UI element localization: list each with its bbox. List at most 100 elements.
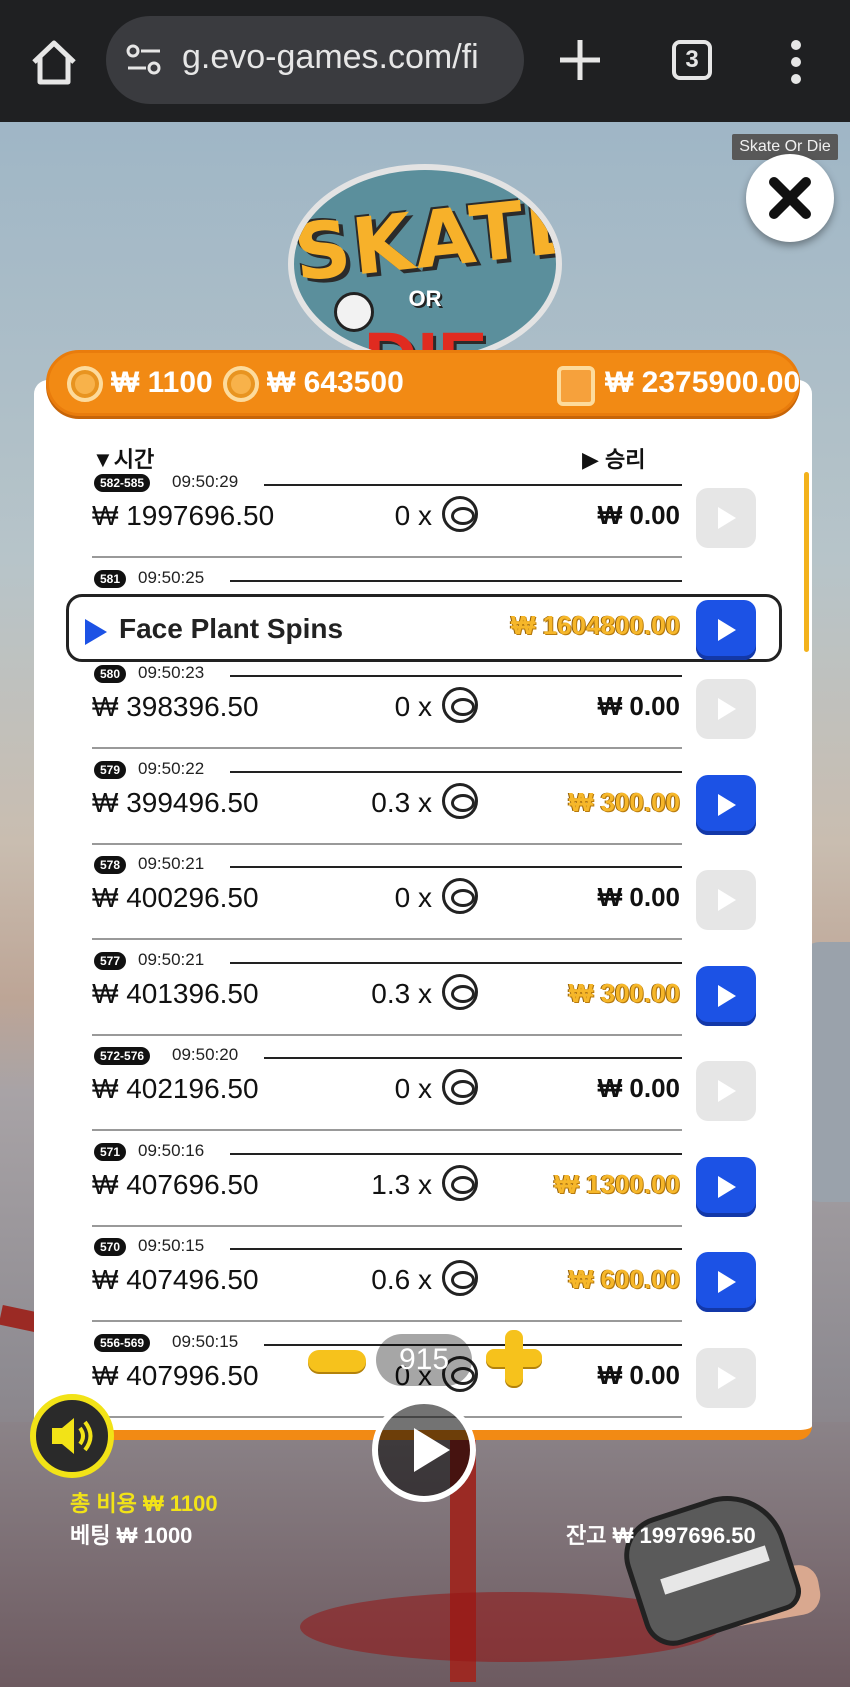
play-icon — [718, 507, 736, 529]
row-time: 09:50:29 — [172, 472, 239, 491]
tab-switcher-button[interactable]: 3 — [672, 40, 712, 80]
row-win-amount: ₩ 0.00 — [597, 691, 680, 721]
row-divider — [230, 675, 682, 677]
home-icon[interactable] — [26, 34, 82, 90]
wallet-icon — [557, 366, 595, 406]
row-win-amount: ₩ 600.00 — [568, 1264, 680, 1294]
row-divider — [92, 938, 682, 940]
row-multiplier: 0 x — [394, 882, 432, 913]
replay-button[interactable] — [696, 488, 756, 548]
round-badge: 582-585 — [94, 474, 151, 492]
row-balance: ₩ 399496.50 — [92, 786, 259, 818]
sound-button[interactable] — [30, 1394, 114, 1478]
close-button[interactable] — [746, 154, 834, 242]
feature-label: Face Plant Spins — [119, 612, 344, 644]
row-multiplier: 0.3 x — [371, 977, 432, 1009]
logo-skate: SKATE — [290, 179, 562, 300]
history-row[interactable]: 578 09:50:21 ₩ 400296.50 0 x ₩ 0.00 — [34, 854, 812, 952]
history-panel[interactable]: ▼시간 ▶ 승리 582-585 09:50:29 ₩ 1997696.50 0 x ₩… — [34, 380, 812, 1440]
row-time: 09:50:20 — [172, 1045, 239, 1064]
spin-button[interactable] — [372, 1398, 476, 1502]
column-header-time[interactable]: ▼시간 — [92, 442, 154, 474]
logo-or: OR — [408, 286, 442, 311]
play-icon — [718, 1080, 736, 1102]
history-row[interactable]: 572-576 09:50:20 ₩ 402196.50 0 x ₩ 0.00 — [34, 1045, 812, 1143]
replay-button[interactable] — [696, 599, 756, 660]
play-icon — [414, 1428, 450, 1472]
row-divider — [92, 747, 682, 749]
row-divider — [230, 770, 682, 773]
history-row[interactable]: 570 09:50:15 ₩ 407496.50 0.6 x ₩ 600.00 — [34, 1236, 812, 1334]
row-divider — [92, 1224, 682, 1227]
spin-count-value: 915 — [376, 1334, 472, 1386]
row-win-amount: ₩ 300.00 — [568, 786, 680, 817]
row-time: 09:50:25 — [138, 567, 205, 587]
history-row[interactable]: 582-585 09:50:29 ₩ 1997696.50 0 x ₩ 0.00 — [34, 472, 812, 570]
total-win-value: ₩ 643500 — [267, 366, 404, 399]
play-icon — [85, 618, 107, 645]
stats-bar: ₩ 1100 ₩ 643500 ₩ 2375900.00 — [46, 350, 800, 416]
play-icon — [718, 1271, 736, 1293]
column-header-win[interactable]: ▶ 승리 — [582, 442, 646, 474]
history-row[interactable]: 571 09:50:16 ₩ 407696.50 1.3 x ₩ 1300.00 — [34, 1140, 812, 1239]
address-bar[interactable]: g.evo-games.com/fi — [106, 16, 524, 104]
row-win-amount: ₩ 0.00 — [597, 882, 680, 912]
row-time: 09:50:15 — [172, 1331, 239, 1351]
row-win-amount: ₩ 1300.00 — [554, 1168, 680, 1199]
play-icon — [718, 889, 736, 911]
row-divider — [230, 866, 682, 868]
round-badge: 578 — [94, 856, 127, 874]
row-balance: ₩ 407996.50 — [92, 1359, 259, 1391]
play-icon — [718, 984, 736, 1007]
history-row[interactable]: 581 09:50:25 Face Plant Spins ₩ 1604800.00 — [34, 567, 812, 666]
replay-button[interactable] — [696, 774, 756, 835]
balance-label: 잔고 ₩ 1997696.50 — [566, 1523, 756, 1548]
replay-button[interactable] — [696, 1252, 756, 1312]
row-divider — [264, 1057, 682, 1059]
row-divider — [230, 579, 682, 582]
round-badge: 581 — [94, 569, 127, 588]
history-row[interactable]: 577 09:50:21 ₩ 401396.50 0.3 x ₩ 300.00 — [34, 950, 812, 1048]
row-time: 09:50:16 — [138, 1140, 205, 1160]
play-icon — [718, 618, 736, 641]
wallet-value: ₩ 2375900.00 — [605, 366, 801, 399]
browser-toolbar: g.evo-games.com/fi 3 — [0, 0, 850, 122]
increase-button[interactable] — [486, 1330, 542, 1386]
coin-icon — [67, 366, 103, 402]
row-divider — [92, 1320, 682, 1322]
row-divider — [230, 1152, 682, 1155]
speaker-icon — [52, 1418, 93, 1454]
row-divider — [230, 1248, 682, 1250]
row-divider — [92, 1033, 682, 1036]
row-divider — [230, 961, 682, 964]
bet-label: 베팅 ₩ 1000 — [70, 1523, 193, 1548]
replay-button[interactable] — [696, 1347, 756, 1408]
overflow-menu-icon[interactable] — [786, 38, 806, 86]
history-row[interactable]: 580 09:50:23 ₩ 398396.50 0 x ₩ 0.00 — [34, 663, 812, 761]
row-multiplier: 1.3 x — [371, 1168, 432, 1200]
round-badge: 570 — [94, 1238, 127, 1256]
row-time: 09:50:21 — [138, 854, 205, 873]
replay-button[interactable] — [696, 870, 756, 930]
row-balance: ₩ 401396.50 — [92, 977, 259, 1009]
row-divider — [264, 484, 682, 486]
history-row[interactable]: 579 09:50:22 ₩ 399496.50 0.3 x ₩ 300.00 — [34, 758, 812, 857]
round-badge: 579 — [94, 760, 127, 779]
new-tab-icon[interactable] — [556, 36, 604, 84]
row-balance: ₩ 398396.50 — [92, 691, 259, 722]
row-multiplier: 0 x — [394, 500, 432, 531]
site-settings-icon[interactable] — [124, 42, 164, 78]
replay-button[interactable] — [696, 1061, 756, 1121]
decrease-button[interactable] — [308, 1350, 366, 1372]
game-logo: SKATE OR DIE — [288, 164, 562, 364]
replay-button[interactable] — [696, 1156, 756, 1217]
scrollbar[interactable] — [804, 472, 809, 652]
row-win-amount: ₩ 1604800.00 — [510, 609, 680, 640]
row-win-amount: ₩ 300.00 — [568, 977, 680, 1008]
row-time: 09:50:22 — [138, 758, 205, 778]
row-balance: ₩ 402196.50 — [92, 1073, 259, 1104]
row-balance: ₩ 407696.50 — [92, 1168, 259, 1200]
row-multiplier: 0.6 x — [371, 1264, 432, 1295]
replay-button[interactable] — [696, 965, 756, 1026]
replay-button[interactable] — [696, 679, 756, 739]
